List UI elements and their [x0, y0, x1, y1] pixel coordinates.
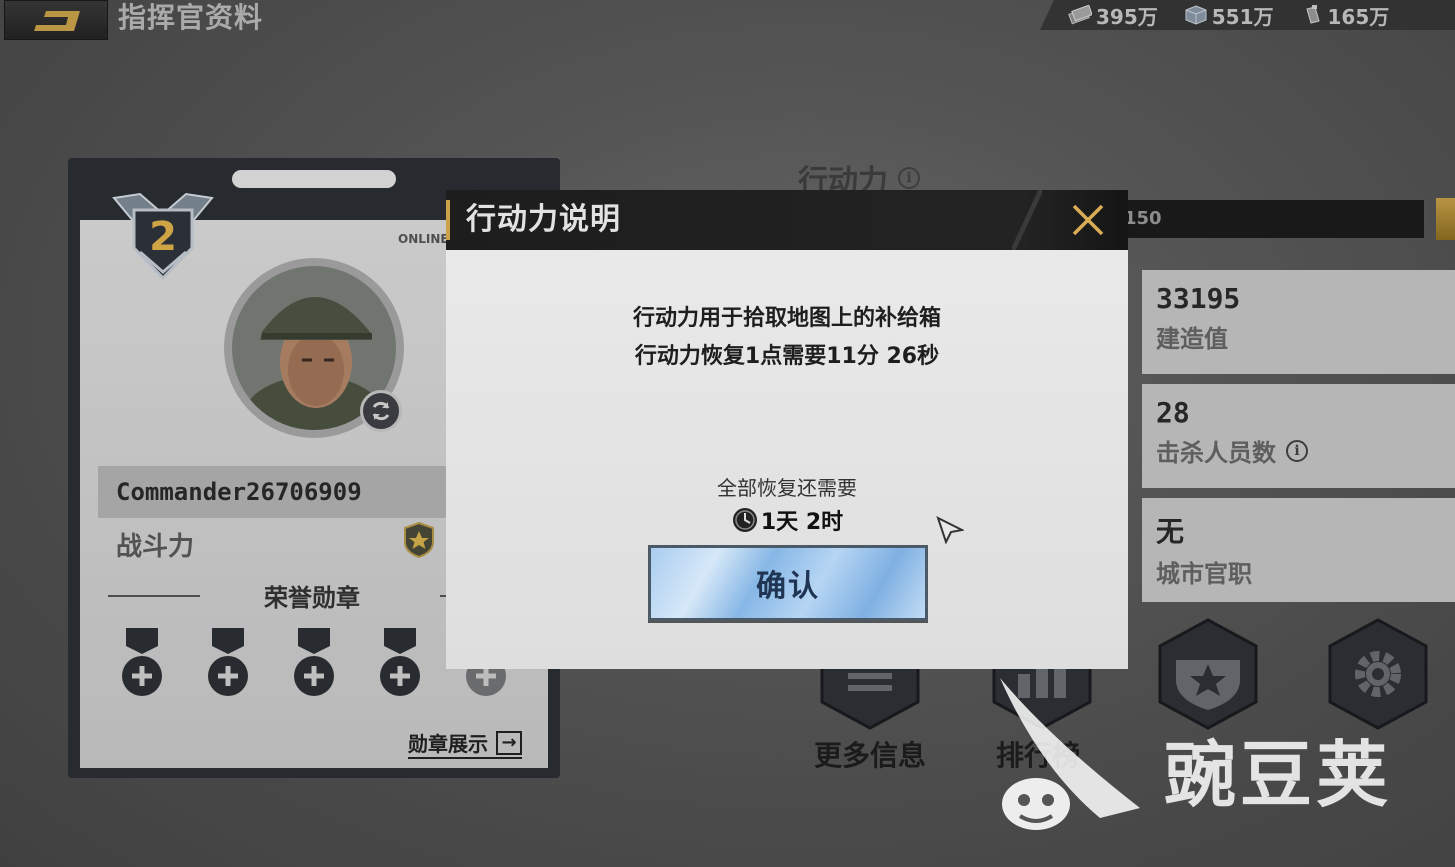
- fuel-icon: [1305, 5, 1320, 24]
- confirm-button[interactable]: 确认: [648, 545, 928, 621]
- action-points-add-button[interactable]: [1436, 198, 1455, 240]
- stat-label: 城市官职: [1156, 560, 1252, 588]
- stat-value: 33195: [1156, 282, 1241, 315]
- rank-number: 2: [149, 214, 177, 260]
- medal-slot-empty-icon[interactable]: [118, 628, 166, 700]
- medal-divider-left: [108, 595, 200, 597]
- stat-label: 击杀人员数: [1156, 439, 1276, 467]
- close-icon: [1072, 204, 1104, 236]
- recovery-time-value: 1天 2时: [760, 510, 844, 535]
- close-button[interactable]: [1066, 198, 1110, 242]
- action-points-dialog: 行动力说明 行动力用于拾取地图上的补给箱 行动力恢复1点需要11分 26秒 全部…: [446, 190, 1128, 669]
- resource-fuel: 165万: [1300, 1, 1390, 30]
- stat-city-office: 无 城市官职: [1142, 498, 1455, 602]
- medals-title: 荣誉勋章: [264, 584, 360, 612]
- dialog-title: 行动力说明: [466, 202, 621, 237]
- stat-value: 28: [1156, 396, 1190, 429]
- medal-slot-empty-icon[interactable]: [376, 628, 424, 700]
- clock-icon: [732, 508, 757, 532]
- top-bar: 指挥官资料 395万 551万 165万: [0, 0, 1455, 40]
- medal-slot-empty-icon[interactable]: [204, 628, 252, 700]
- description-line-2: 行动力恢复1点需要11分 26秒: [634, 344, 940, 369]
- resource-cash-value: 395万: [1096, 4, 1158, 29]
- info-icon[interactable]: i: [1286, 439, 1308, 462]
- stat-value: 无: [1156, 515, 1185, 548]
- pointer-cursor-icon: [936, 516, 964, 544]
- resource-fuel-value: 165万: [1327, 4, 1390, 29]
- crate-icon: [1185, 5, 1207, 25]
- watermark-text: 豌豆荚: [1164, 733, 1393, 817]
- cash-icon: [1068, 5, 1092, 25]
- full-recovery-label: 全部恢复还需要: [717, 476, 857, 500]
- resource-crate-value: 551万: [1211, 4, 1274, 29]
- full-recovery-time: 1天 2时: [446, 504, 1128, 536]
- medal-showcase-link[interactable]: 勋章展示 →: [408, 728, 522, 759]
- medal-slot-empty-icon[interactable]: [290, 628, 338, 700]
- stat-kills: 28 击杀人员数 i: [1142, 384, 1455, 488]
- resource-crate: 551万: [1184, 1, 1274, 30]
- dialog-header: 行动力说明: [446, 190, 1128, 250]
- page-title: 指挥官资料: [118, 1, 264, 34]
- online-status: ONLINE: [398, 232, 449, 246]
- medal-showcase-label: 勋章展示: [408, 732, 488, 756]
- stat-build-value: 33195 建造值: [1142, 270, 1455, 374]
- header-accent: [446, 200, 450, 240]
- back-button[interactable]: [4, 0, 108, 40]
- leaderboard-label: 排行榜: [996, 739, 1081, 772]
- star-shield-icon: [404, 522, 434, 558]
- action-points-bar-text: 150: [1124, 208, 1162, 229]
- card-handle: [232, 170, 396, 188]
- resource-cash: 395万: [1068, 1, 1158, 30]
- dialog-description: 行动力用于拾取地图上的补给箱 行动力恢复1点需要11分 26秒: [446, 300, 1128, 376]
- action-points-bar: 150: [1120, 200, 1426, 238]
- info-icon[interactable]: i: [898, 167, 920, 189]
- rank-badge-icon: 2: [112, 192, 214, 281]
- settings-button[interactable]: [1326, 618, 1430, 730]
- resource-bar: 395万 551万 165万: [1040, 0, 1455, 30]
- more-info-label: 更多信息: [814, 739, 927, 772]
- dialog-body: 行动力用于拾取地图上的补给箱 行动力恢复1点需要11分 26秒 全部恢复还需要 …: [446, 250, 1128, 669]
- description-line-1: 行动力用于拾取地图上的补给箱: [632, 306, 941, 331]
- refresh-icon[interactable]: [360, 390, 402, 432]
- power-label: 战斗力: [116, 532, 195, 562]
- header-divider: [1012, 190, 1042, 250]
- stat-label-row: 击杀人员数 i: [1156, 433, 1455, 468]
- arrow-right-icon: →: [496, 730, 522, 755]
- stat-label: 建造值: [1156, 325, 1228, 353]
- military-rank-button[interactable]: [1156, 618, 1260, 730]
- back-arrow-icon: [34, 11, 80, 31]
